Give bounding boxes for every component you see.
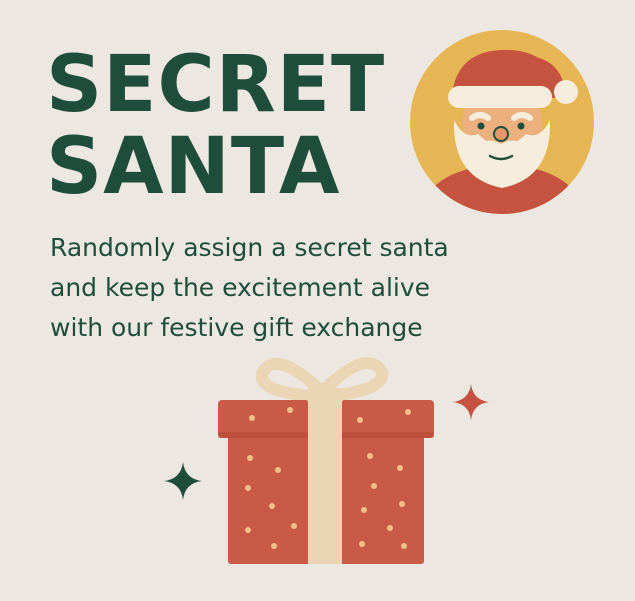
sparkle-icon [453, 384, 489, 420]
title-line-1: SECRET [46, 40, 386, 130]
tagline-line-1: Randomly assign a secret santa [50, 233, 449, 262]
tagline-line-2: and keep the excitement alive [50, 273, 431, 302]
tagline-line-3: with our festive gift exchange [50, 313, 423, 342]
secret-santa-poster: SECRET SANTA Randomly assign a secret sa… [0, 0, 635, 601]
title-line-2: SANTA [46, 122, 341, 212]
page-title: SECRET SANTA [46, 44, 385, 208]
sparkle-icon [164, 462, 202, 500]
gift-box-icon [218, 357, 434, 564]
santa-claus-icon [410, 30, 594, 214]
tagline: Randomly assign a secret santa and keep … [50, 228, 530, 348]
